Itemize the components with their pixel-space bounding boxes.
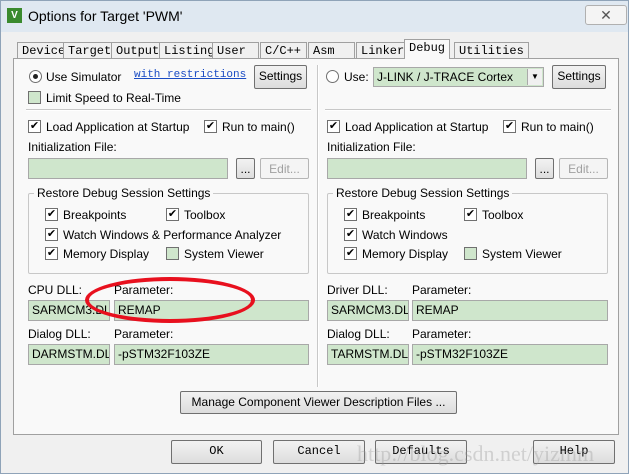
column-divider xyxy=(317,65,319,387)
dialog-param-label: Parameter: xyxy=(114,327,174,341)
right-memory-display-label: Memory Display xyxy=(362,247,449,261)
right-watch-windows-label: Watch Windows xyxy=(362,228,448,242)
run-to-main-label: Run to main() xyxy=(222,120,295,134)
right-run-to-main-label: Run to main() xyxy=(521,120,594,134)
options-dialog: V Options for Target 'PWM' ✕ Device Targ… xyxy=(0,0,629,474)
toolbox-checkbox[interactable]: ✔ xyxy=(166,208,179,221)
right-breakpoints-checkbox[interactable]: ✔ xyxy=(344,208,357,221)
init-edit-button[interactable]: Edit... xyxy=(260,158,309,179)
toolbox-label: Toolbox xyxy=(184,208,226,222)
right-init-edit-button[interactable]: Edit... xyxy=(559,158,608,179)
watch-windows-label: Watch Windows & Performance Analyzer xyxy=(63,228,282,242)
system-viewer-checkbox[interactable] xyxy=(166,247,179,260)
driver-select[interactable]: J-LINK / J-TRACE Cortex ▼ xyxy=(373,67,544,87)
right-dialog-dll-label: Dialog DLL: xyxy=(327,327,390,341)
watermark: http://blog.csdn.net/yizmm xyxy=(357,441,595,466)
breakpoints-label: Breakpoints xyxy=(63,208,127,222)
tab-user[interactable]: User xyxy=(212,42,259,58)
driver-dll-input[interactable]: SARMCM3.DLL xyxy=(327,300,409,321)
limit-speed-label: Limit Speed to Real-Time xyxy=(46,91,181,105)
tab-target[interactable]: Target xyxy=(63,42,117,58)
cpu-dll-label: CPU DLL: xyxy=(28,283,83,297)
right-separator xyxy=(325,109,611,111)
restore-settings-title: Restore Debug Session Settings xyxy=(34,186,214,200)
driver-settings-button[interactable]: Settings xyxy=(552,65,606,89)
window-title: Options for Target 'PWM' xyxy=(28,8,183,24)
title-bar: V Options for Target 'PWM' ✕ xyxy=(1,1,628,32)
driver-dll-label: Driver DLL: xyxy=(327,283,388,297)
with-restrictions-link[interactable]: with restrictions xyxy=(134,69,246,81)
close-button[interactable]: ✕ xyxy=(585,5,627,25)
right-breakpoints-label: Breakpoints xyxy=(362,208,426,222)
right-dialog-param-label: Parameter: xyxy=(412,327,472,341)
watch-windows-checkbox[interactable]: ✔ xyxy=(45,228,58,241)
system-viewer-label: System Viewer xyxy=(184,247,264,261)
tab-cc[interactable]: C/C++ xyxy=(260,42,307,58)
right-system-viewer-checkbox[interactable] xyxy=(464,247,477,260)
right-init-file-label: Initialization File: xyxy=(327,140,416,154)
init-browse-button[interactable]: ... xyxy=(236,158,255,179)
right-toolbox-label: Toolbox xyxy=(482,208,524,222)
dialog-dll-input[interactable]: DARMSTM.DLL xyxy=(28,344,110,365)
manage-component-viewer-button[interactable]: Manage Component Viewer Description File… xyxy=(180,391,457,414)
memory-display-label: Memory Display xyxy=(63,247,150,261)
tab-listing[interactable]: Listing xyxy=(159,42,220,58)
right-load-app-label: Load Application at Startup xyxy=(345,120,489,134)
use-simulator-label: Use Simulator xyxy=(46,70,122,84)
right-run-to-main-checkbox[interactable]: ✔ xyxy=(503,120,516,133)
right-watch-windows-checkbox[interactable]: ✔ xyxy=(344,228,357,241)
left-separator xyxy=(26,109,311,111)
right-toolbox-checkbox[interactable]: ✔ xyxy=(464,208,477,221)
right-memory-display-checkbox[interactable]: ✔ xyxy=(344,247,357,260)
load-app-checkbox[interactable]: ✔ xyxy=(28,120,41,133)
right-dialog-dll-input[interactable]: TARMSTM.DLL xyxy=(327,344,409,365)
chevron-down-icon[interactable]: ▼ xyxy=(527,69,542,85)
right-dialog-param-input[interactable]: -pSTM32F103ZE xyxy=(412,344,608,365)
driver-param-label: Parameter: xyxy=(412,283,472,297)
app-icon: V xyxy=(7,8,22,23)
load-app-label: Load Application at Startup xyxy=(46,120,190,134)
use-driver-radio[interactable] xyxy=(326,70,339,83)
right-init-file-input[interactable] xyxy=(327,158,527,179)
init-file-label: Initialization File: xyxy=(28,140,117,154)
annotation-ellipse xyxy=(85,277,255,323)
tab-utilities[interactable]: Utilities xyxy=(454,42,529,58)
right-restore-settings-title: Restore Debug Session Settings xyxy=(333,186,513,200)
run-to-main-checkbox[interactable]: ✔ xyxy=(204,120,217,133)
simulator-settings-button[interactable]: Settings xyxy=(254,65,307,89)
memory-display-checkbox[interactable]: ✔ xyxy=(45,247,58,260)
tab-asm[interactable]: Asm xyxy=(308,42,355,58)
tab-output[interactable]: Output xyxy=(111,42,165,58)
right-init-browse-button[interactable]: ... xyxy=(535,158,554,179)
cancel-button[interactable]: Cancel xyxy=(273,440,365,464)
driver-param-input[interactable]: REMAP xyxy=(412,300,608,321)
right-system-viewer-label: System Viewer xyxy=(482,247,562,261)
ok-button[interactable]: OK xyxy=(171,440,262,464)
dialog-param-input[interactable]: -pSTM32F103ZE xyxy=(114,344,309,365)
limit-speed-checkbox[interactable] xyxy=(28,91,41,104)
tab-debug[interactable]: Debug xyxy=(404,39,451,59)
dialog-dll-label: Dialog DLL: xyxy=(28,327,91,341)
breakpoints-checkbox[interactable]: ✔ xyxy=(45,208,58,221)
tab-linker[interactable]: Linker xyxy=(356,42,410,58)
init-file-input[interactable] xyxy=(28,158,228,179)
use-driver-label: Use: xyxy=(344,70,369,84)
right-load-app-checkbox[interactable]: ✔ xyxy=(327,120,340,133)
driver-select-value: J-LINK / J-TRACE Cortex xyxy=(377,70,514,84)
use-simulator-radio[interactable] xyxy=(29,70,42,83)
